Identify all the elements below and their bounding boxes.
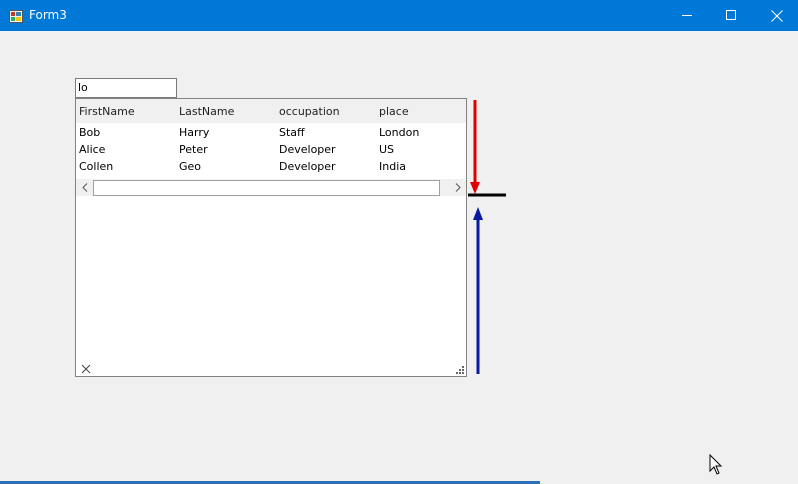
app-icon[interactable] [9, 8, 23, 23]
cell-lastname: Harry [179, 126, 210, 139]
cell-lastname: Peter [179, 143, 208, 156]
column-header-lastname[interactable]: LastName [179, 105, 234, 119]
cell-occupation: Developer [279, 143, 336, 156]
red-arrow-head [470, 182, 480, 194]
search-input[interactable] [75, 78, 177, 98]
column-header-place[interactable]: place [379, 105, 409, 119]
column-header-occupation[interactable]: occupation [279, 105, 340, 119]
cell-firstname: Collen [79, 160, 114, 173]
table-row[interactable]: Collen Geo Developer India [76, 158, 466, 175]
cell-lastname: Geo [179, 160, 202, 173]
scroll-left-icon [81, 183, 87, 192]
table-row[interactable]: Bob Harry Staff London [76, 124, 466, 141]
blue-arrow-head [473, 207, 483, 220]
horizontal-scrollbar[interactable] [76, 179, 466, 196]
cell-place: London [379, 126, 420, 139]
column-header-firstname[interactable]: FirstName [79, 105, 135, 119]
cell-place: US [379, 143, 395, 156]
cell-firstname: Bob [79, 126, 101, 139]
minimize-icon [681, 15, 692, 16]
cell-occupation: Staff [279, 126, 305, 139]
mouse-cursor-icon [709, 454, 723, 475]
maximize-icon [725, 10, 736, 20]
cell-firstname: Alice [79, 143, 106, 156]
close-icon [771, 9, 783, 22]
close-button[interactable] [754, 0, 798, 31]
minimize-button[interactable] [664, 0, 710, 31]
scrollbar-thumb[interactable] [93, 180, 440, 196]
table-row[interactable]: Alice Peter Developer US [76, 141, 466, 158]
cell-place: India [379, 160, 406, 173]
maximize-button[interactable] [708, 0, 754, 31]
cell-occupation: Developer [279, 160, 336, 173]
scroll-left-button[interactable] [76, 179, 93, 196]
scroll-right-icon [455, 183, 461, 192]
close-x-icon[interactable] [81, 364, 91, 374]
scroll-right-button[interactable] [449, 179, 466, 196]
data-grid[interactable]: FirstName LastName occupation place Bob … [75, 98, 467, 377]
resize-grip-icon[interactable] [454, 364, 464, 374]
annotation-arrows [468, 100, 506, 374]
title-bar: Form3 [0, 0, 798, 31]
grid-header: FirstName LastName occupation place [76, 99, 466, 123]
window-title: Form3 [29, 8, 67, 22]
